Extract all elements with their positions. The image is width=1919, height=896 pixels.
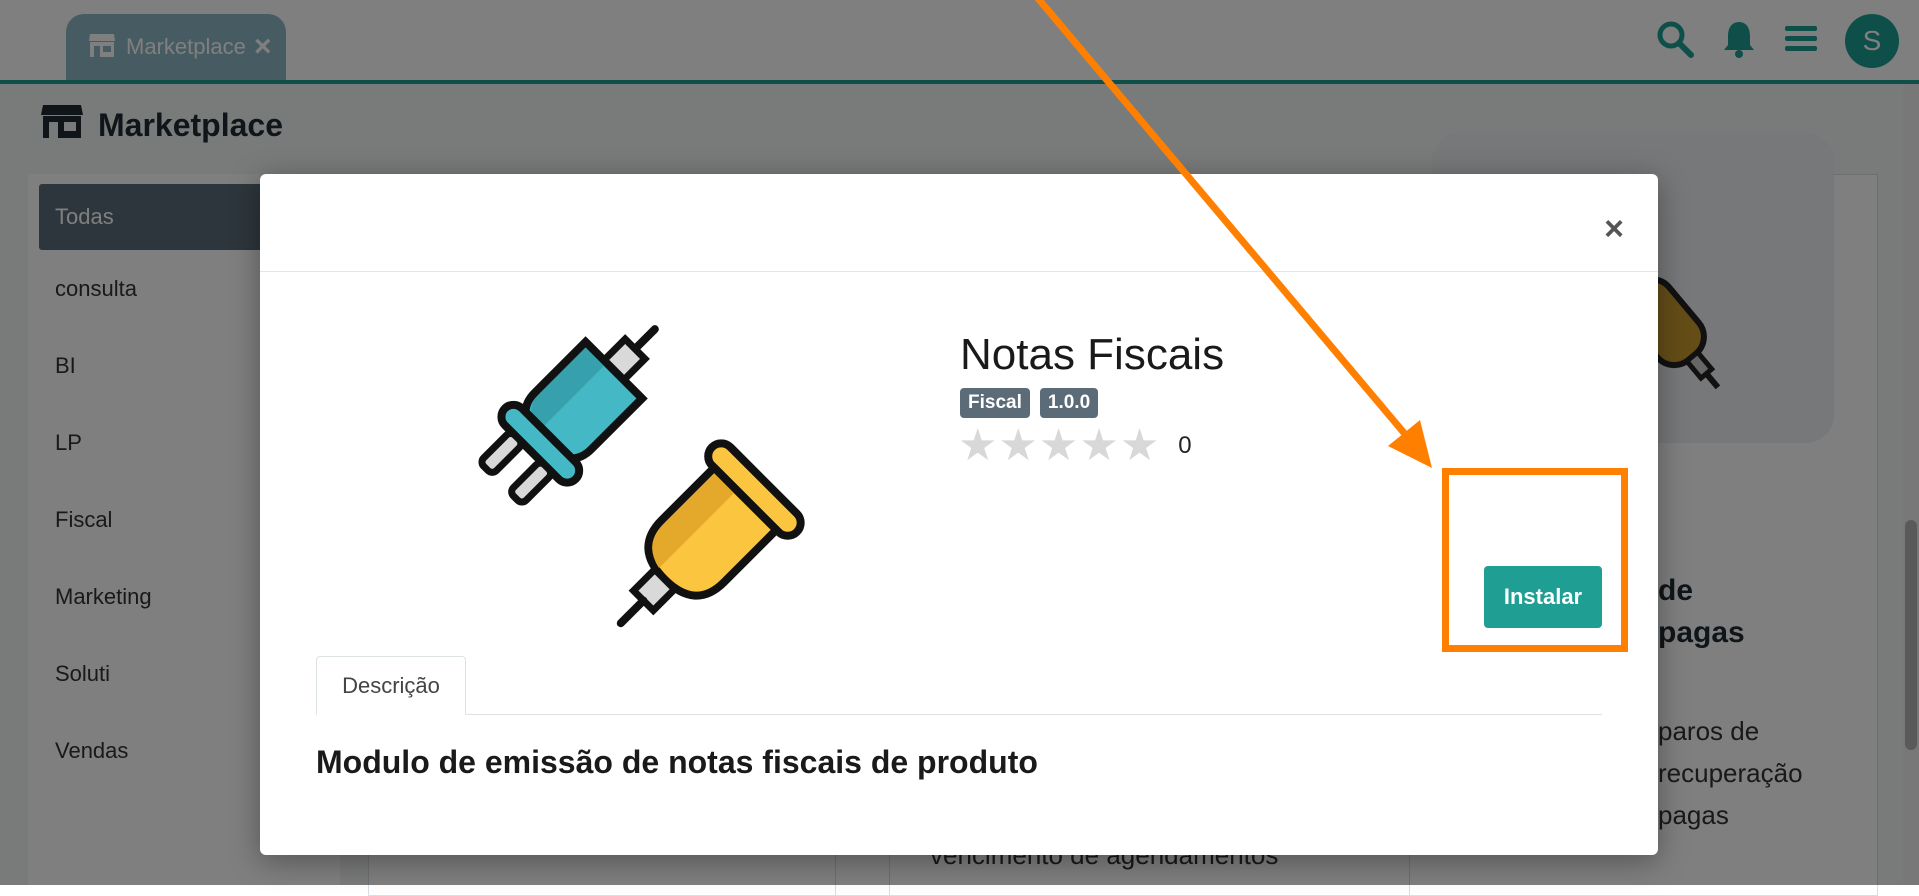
annotation-arrow — [1034, 0, 1432, 468]
